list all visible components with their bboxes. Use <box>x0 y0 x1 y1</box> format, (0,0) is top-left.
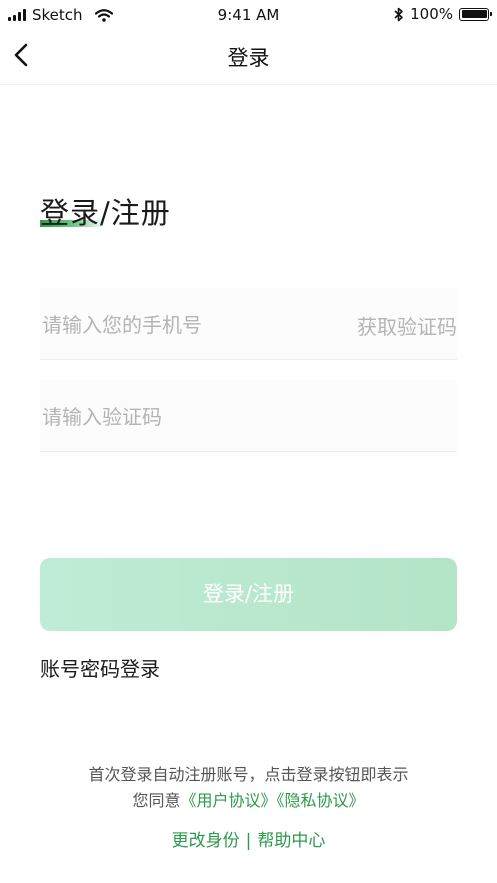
login-register-button[interactable]: 登录/注册 <box>40 558 457 631</box>
nav-title: 登录 <box>227 46 270 70</box>
phone-input[interactable] <box>40 288 334 362</box>
status-right: 100% <box>394 5 492 23</box>
agreement-line-1: 首次登录自动注册账号，点击登录按钮即表示 <box>88 765 409 784</box>
footer-links: 更改身份 | 帮助中心 <box>0 826 497 851</box>
change-identity-link[interactable]: 更改身份 <box>172 831 240 851</box>
battery-icon <box>459 7 492 21</box>
footer-separator: | <box>245 831 252 851</box>
help-center-link[interactable]: 帮助中心 <box>257 831 325 851</box>
status-bar: Sketch 9:41 AM 100% <box>0 0 497 30</box>
nav-bar: 登录 <box>0 30 497 85</box>
phone-field: 获取验证码 <box>40 288 457 362</box>
page-heading-block: 登录/注册 <box>40 190 171 232</box>
page-heading: 登录/注册 <box>40 196 171 230</box>
agreement-prefix: 您同意 <box>132 791 181 810</box>
get-code-button[interactable]: 获取验证码 <box>357 311 457 340</box>
agreement-line-2: 您同意《用户协议》《隐私协议》 <box>0 788 497 814</box>
agreement-text: 首次登录自动注册账号，点击登录按钮即表示 您同意《用户协议》《隐私协议》 <box>0 762 497 814</box>
bluetooth-icon <box>394 7 403 21</box>
battery-percent: 100% <box>410 5 453 23</box>
code-field <box>40 380 461 454</box>
privacy-policy-link[interactable]: 《隐私协议》 <box>277 791 365 810</box>
verification-code-input[interactable] <box>40 380 461 454</box>
password-login-link[interactable]: 账号密码登录 <box>40 653 160 682</box>
user-agreement-link[interactable]: 《用户协议》 <box>180 791 276 810</box>
